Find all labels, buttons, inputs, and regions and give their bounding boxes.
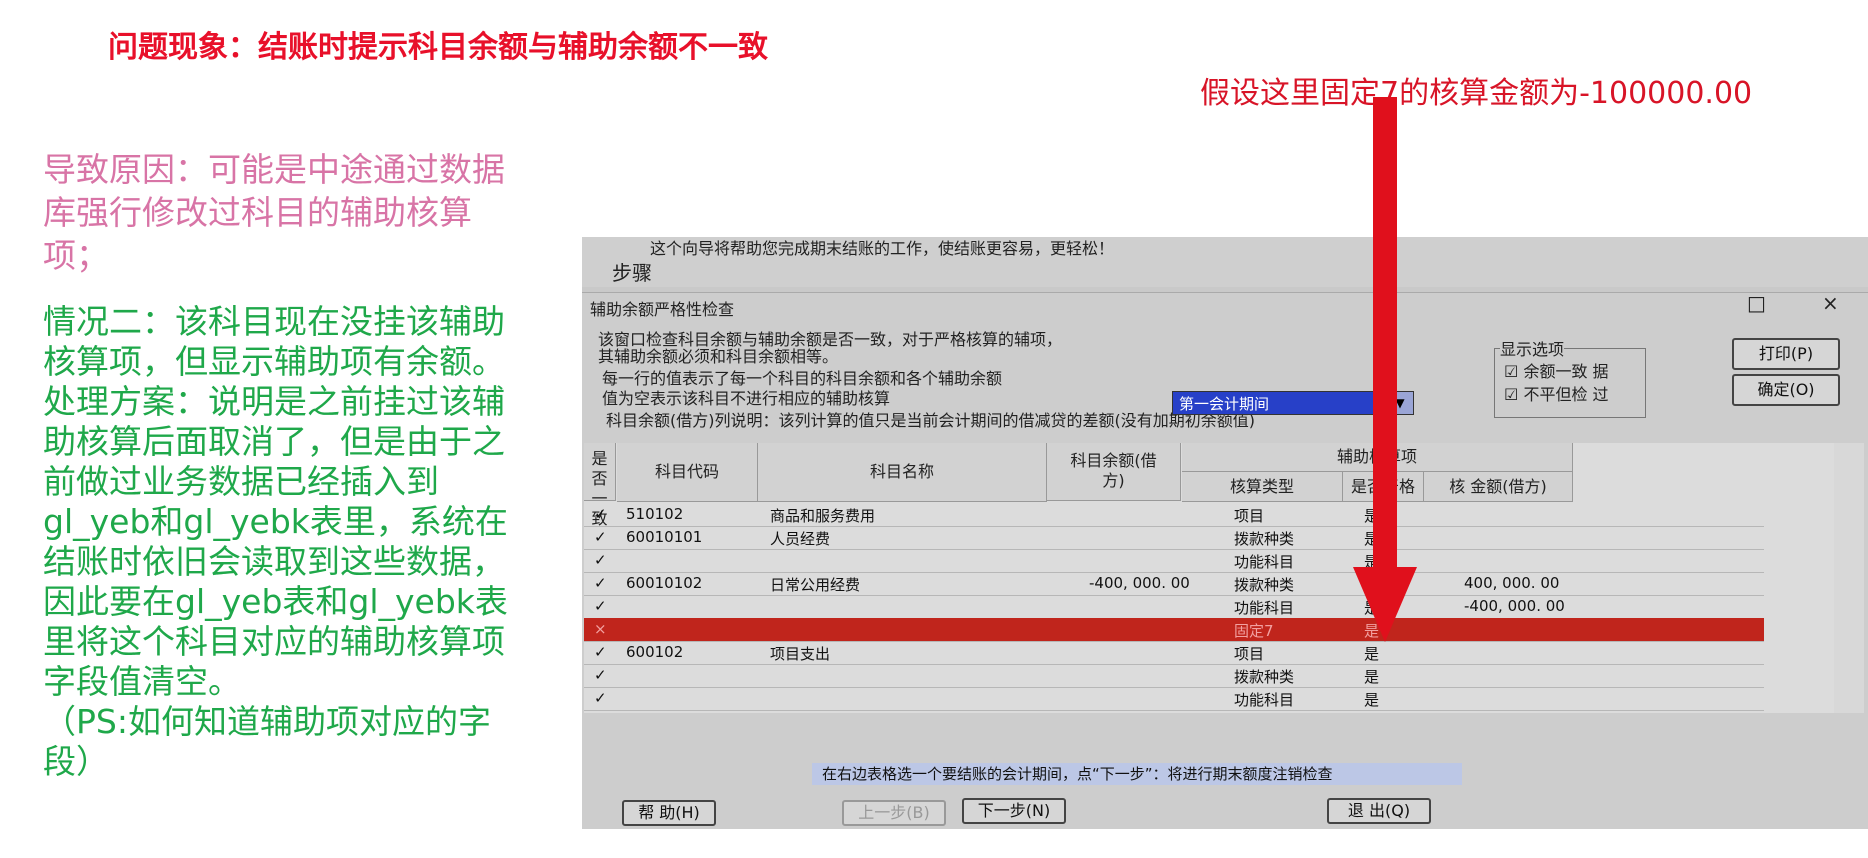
row-amount: -400, 000. 00 xyxy=(1464,597,1565,615)
row-flag: ✓ xyxy=(594,528,607,546)
table-row[interactable]: ✓功能科目是-400, 000. 00 xyxy=(584,595,1764,619)
option-2-label: 不平但检 过 xyxy=(1523,385,1609,404)
row-type: 拨款种类 xyxy=(1234,668,1295,686)
cause-text: 导致原因：可能是中途通过数据库强行修改过科目的辅助核算项； xyxy=(43,150,505,275)
vertical-scrollbar[interactable] xyxy=(1834,443,1864,713)
dialog-title: 辅助余额严格性检查 xyxy=(590,300,735,319)
ps-text: （PS:如何知道辅助项对应的字段） xyxy=(43,702,491,781)
table-row[interactable]: ✓ 拨款种类 是 xyxy=(584,664,1764,688)
table-row[interactable]: ✓ 510102 商品和服务费用 项目是 xyxy=(584,503,1764,527)
wizard-intro: 这个向导将帮助您完成期末结账的工作，使结账更容易，更轻松！ xyxy=(650,239,1115,258)
option-1-label: 余额一致 据 xyxy=(1523,362,1609,381)
row-strict: 是 xyxy=(1364,645,1380,663)
balance-note: 科目余额(借方)列说明：该列计算的值只是当前会计期间的借减贷的差额(没有加期初余… xyxy=(606,411,1255,430)
row-type: 拨款种类 xyxy=(1234,530,1295,548)
close-icon[interactable]: × xyxy=(1822,291,1839,315)
row-strict: 是 xyxy=(1364,691,1380,709)
row-name: 日常公用经费 xyxy=(770,576,861,594)
option-unbalanced[interactable]: ☑ 不平但检 过 xyxy=(1504,381,1609,405)
table-row[interactable]: ✓60010102日常公用经费-400, 000. 00拨款种类是400, 00… xyxy=(584,572,1764,596)
solution-text: 处理方案：说明是之前挂过该辅助核算后面取消了，但是由于之前做过业务数据已经插入到… xyxy=(43,382,508,701)
row-flag: × xyxy=(594,620,607,638)
row-flag: ✓ xyxy=(594,689,607,707)
row-code: 510102 xyxy=(626,505,684,523)
row-type: 固定7 xyxy=(1234,622,1274,640)
table-row[interactable]: ✓ 功能科目是 xyxy=(584,549,1764,573)
balance-table: 是否一致 科目代码 科目名称 科目余额(借方) 辅助核算项 核算类型 是否严格 … xyxy=(584,443,1834,713)
wizard-header: 这个向导将帮助您完成期末结账的工作，使结账更容易，更轻松！ 步骤 xyxy=(582,237,1868,287)
exit-button[interactable]: 退 出(Q) xyxy=(1327,798,1431,824)
col-type: 核算类型 xyxy=(1182,472,1343,502)
row-name: 项目支出 xyxy=(770,645,831,663)
row-balance: -400, 000. 00 xyxy=(1089,574,1190,592)
dialog-desc-2: 其辅助余额必须和科目余额相等。 xyxy=(598,347,839,366)
ok-button[interactable]: 确定(O) xyxy=(1732,374,1840,406)
row-type: 功能科目 xyxy=(1234,691,1295,709)
row-type: 拨款种类 xyxy=(1234,576,1295,594)
row-type: 项目 xyxy=(1234,507,1265,525)
col-consistent: 是否一致 xyxy=(584,443,616,528)
prev-button[interactable]: 上一步(B) xyxy=(842,800,946,826)
row-code: 600102 xyxy=(626,643,684,661)
row-type: 项目 xyxy=(1234,645,1265,663)
wizard-status: 在右边表格选一个要结账的会计期间，点“下一步”：将进行期末额度注销检查 xyxy=(812,763,1462,785)
row-name: 人员经费 xyxy=(770,530,831,548)
period-value: 第一会计期间 xyxy=(1179,395,1270,413)
maximize-icon[interactable]: □ xyxy=(1747,291,1766,315)
option-balance-consistent[interactable]: ☑ 余额一致 据 xyxy=(1504,358,1609,382)
row-flag: ✓ xyxy=(594,551,607,569)
table-row[interactable]: ✓ 60010101 人员经费 拨款种类是 xyxy=(584,526,1764,550)
row-strict: 是 xyxy=(1364,668,1380,686)
dialog-desc-4: 值为空表示该科目不进行相应的辅助核算 xyxy=(602,389,891,408)
case2-text: 情况二：该科目现在没挂该辅助核算项，但显示辅助项有余额。 xyxy=(43,302,505,381)
row-type: 功能科目 xyxy=(1234,553,1295,571)
slide-title: 问题现象：结账时提示科目余额与辅助余额不一致 xyxy=(108,30,768,65)
print-button[interactable]: 打印(P) xyxy=(1732,338,1840,370)
row-flag: ✓ xyxy=(594,574,607,592)
row-flag: ✓ xyxy=(594,505,607,523)
dialog-photo: 这个向导将帮助您完成期末结账的工作，使结账更容易，更轻松！ 步骤 辅助余额严格性… xyxy=(582,237,1868,829)
col-balance: 科目余额(借方) xyxy=(1047,443,1181,501)
table-row[interactable]: ✓ 600102 项目支出 项目 是 xyxy=(584,641,1764,665)
table-row[interactable]: × 固定7 是 xyxy=(584,618,1764,642)
table-row[interactable]: ✓ 功能科目 是 xyxy=(584,687,1764,711)
assume-note: 假设这里固定7的核算金额为-100000.00 xyxy=(1200,76,1753,111)
row-flag: ✓ xyxy=(594,666,607,684)
next-button[interactable]: 下一步(N) xyxy=(962,798,1066,824)
col-code: 科目代码 xyxy=(617,443,758,502)
steps-label: 步骤 xyxy=(612,261,652,285)
row-name: 商品和服务费用 xyxy=(770,507,876,525)
help-button[interactable]: 帮 助(H) xyxy=(622,800,716,826)
col-name: 科目名称 xyxy=(758,443,1047,502)
display-options-title: 显示选项 xyxy=(1500,336,1565,360)
row-code: 60010102 xyxy=(626,574,703,592)
row-flag: ✓ xyxy=(594,643,607,661)
case2-block: 情况二：该科目现在没挂该辅助核算项，但显示辅助项有余额。 处理方案：说明是之前挂… xyxy=(43,302,521,782)
red-arrow-icon xyxy=(1353,97,1417,642)
row-code: 60010101 xyxy=(626,528,703,546)
col-amount: 核 金额(借方) xyxy=(1424,472,1573,502)
row-flag: ✓ xyxy=(594,597,607,615)
row-amount: 400, 000. 00 xyxy=(1464,574,1560,592)
row-type: 功能科目 xyxy=(1234,599,1295,617)
aux-check-dialog: 辅助余额严格性检查 □ × 该窗口检查科目余额与辅助余额是否一致，对于严格核算的… xyxy=(582,291,1868,829)
